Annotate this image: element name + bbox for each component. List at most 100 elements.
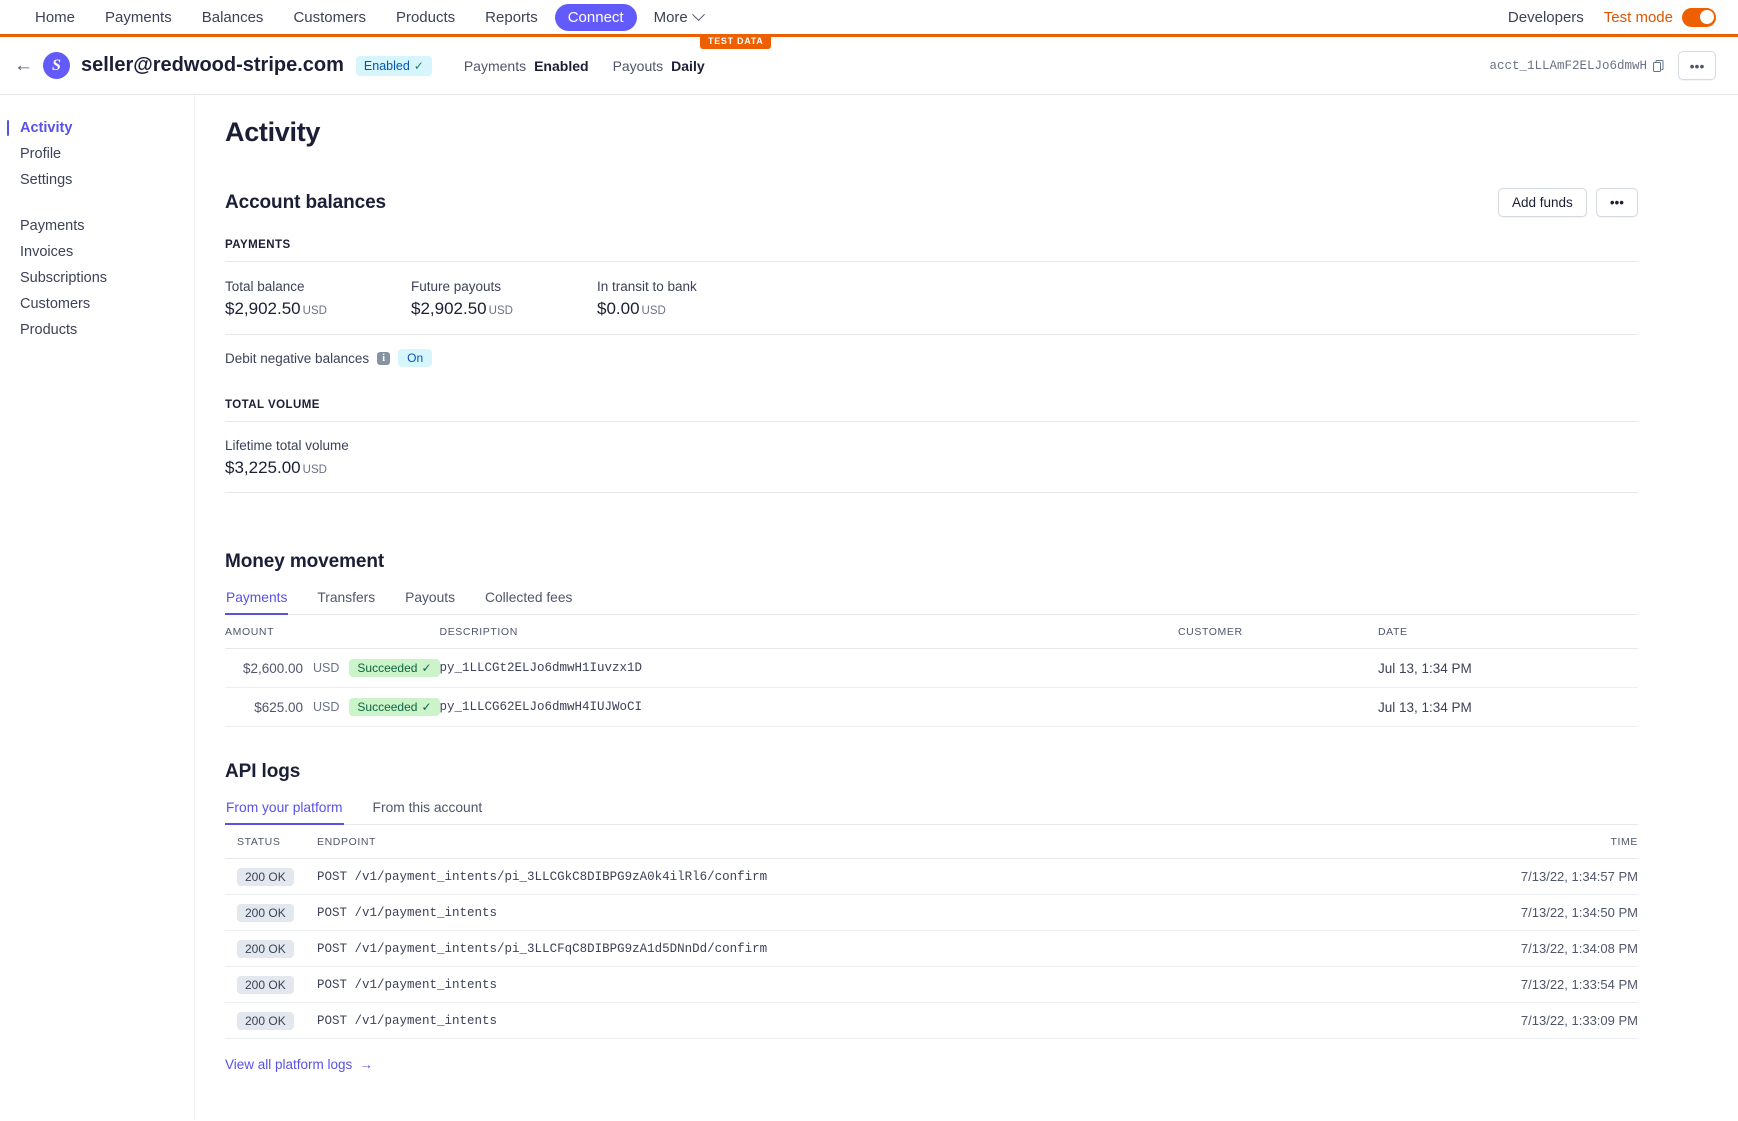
table-header-row: STATUS ENDPOINT TIME [225, 825, 1638, 859]
nav-more-label: More [653, 8, 688, 26]
account-id-copy[interactable]: acct_1LLAmF2ELJo6dmwH [1489, 59, 1664, 73]
sidebar-item-payments[interactable]: Payments [0, 213, 194, 239]
nav-item-balances[interactable]: Balances [189, 4, 277, 31]
table-row[interactable]: 200 OK POST /v1/payment_intents 7/13/22,… [225, 966, 1638, 1003]
tab-payouts[interactable]: Payouts [404, 585, 456, 614]
endpoint-path: /v1/payment_intents/pi_3LLCGkC8DIBPG9zA0… [354, 869, 768, 884]
table-row[interactable]: 200 OK POST /v1/payment_intents 7/13/22,… [225, 894, 1638, 931]
cell-time: 7/13/22, 1:34:57 PM [1488, 858, 1638, 895]
test-mode-label: Test mode [1603, 8, 1673, 26]
column-header-amount: AMOUNT [225, 615, 440, 649]
stat-future-payouts: Future payouts $2,902.50 USD [411, 279, 597, 319]
http-method: POST [317, 869, 348, 884]
add-funds-button[interactable]: Add funds [1498, 188, 1587, 217]
status-badge[interactable]: Enabled ✓ [355, 55, 432, 76]
sidebar-item-invoices[interactable]: Invoices [0, 239, 194, 265]
http-method: POST [317, 977, 348, 992]
sidebar-item-activity[interactable]: Activity [0, 115, 194, 141]
tab-collected-fees[interactable]: Collected fees [484, 585, 573, 614]
back-button[interactable]: ← [14, 56, 43, 75]
tab-from-your-platform[interactable]: From your platform [225, 795, 344, 825]
tab-from-this-account[interactable]: From this account [372, 795, 484, 824]
cell-status: 200 OK [225, 894, 317, 931]
lifetime-volume-stat: Lifetime total volume $3,225.00 USD [225, 422, 1638, 492]
status-badge: Succeeded ✓ [349, 698, 440, 716]
nav-item-payments[interactable]: Payments [92, 4, 185, 31]
sidebar-item-subscriptions[interactable]: Subscriptions [0, 265, 194, 291]
stat-amount: $0.00 [597, 299, 640, 318]
top-nav-items: Home Payments Balances Customers Product… [22, 3, 716, 31]
cell-status: 200 OK [225, 930, 317, 967]
cell-time: 7/13/22, 1:33:54 PM [1488, 966, 1638, 1003]
table-row[interactable]: $2,600.00 USD Succeeded ✓ py_1LLCGt2ELJo… [225, 648, 1638, 688]
status-badge: 200 OK [237, 940, 294, 958]
balances-overflow-button[interactable]: ••• [1595, 188, 1638, 217]
page-title: Activity [225, 117, 321, 147]
sidebar-divider [0, 193, 194, 213]
cell-time: 7/13/22, 1:34:08 PM [1488, 930, 1638, 967]
cell-status: 200 OK [225, 858, 317, 895]
api-logs-tabs: From your platform From this account [225, 795, 1638, 825]
balance-stats: Total balance $2,902.50 USD Future payout… [225, 262, 1638, 334]
debit-negative-balances-row: Debit negative balances i On [225, 335, 1638, 383]
table-row[interactable]: 200 OK POST /v1/payment_intents/pi_3LLCF… [225, 930, 1638, 967]
status-badge: 200 OK [237, 868, 294, 886]
nav-item-connect[interactable]: Connect [554, 3, 637, 31]
sidebar-item-products[interactable]: Products [0, 317, 194, 343]
account-overflow-button[interactable]: ••• [1678, 51, 1716, 80]
nav-item-home[interactable]: Home [22, 4, 88, 31]
endpoint-path: /v1/payment_intents/pi_3LLCFqC8DIBPG9zA1… [354, 941, 768, 956]
tab-payments[interactable]: Payments [225, 585, 289, 615]
nav-item-products[interactable]: Products [383, 4, 468, 31]
money-movement-section: Money movement Payments Transfers Payout… [225, 551, 1638, 727]
table-row[interactable]: 200 OK POST /v1/payment_intents/pi_3LLCG… [225, 858, 1638, 895]
nav-item-customers[interactable]: Customers [280, 4, 379, 31]
top-nav-right: Developers Test mode [1508, 7, 1716, 27]
account-email: seller@redwood-stripe.com [81, 54, 344, 76]
test-data-badge: TEST DATA [700, 34, 772, 49]
stat-label: In transit to bank [597, 279, 697, 294]
view-all-label: View all platform logs [225, 1057, 353, 1072]
copy-icon [1653, 59, 1664, 72]
cell-status: 200 OK [225, 1002, 317, 1039]
account-meta: Payments Enabled Payouts Daily [464, 58, 705, 74]
table-row[interactable]: $625.00 USD Succeeded ✓ py_1LLCG62ELJo6d… [225, 687, 1638, 727]
api-logs-table: STATUS ENDPOINT TIME 200 OK POST /v1/pay… [225, 825, 1638, 1039]
cell-customer [1178, 687, 1378, 727]
column-header-date: DATE [1378, 615, 1638, 649]
cell-description: py_1LLCGt2ELJo6dmwH1Iuvzx1D [439, 648, 1178, 688]
page-body: Activity Profile Settings Payments Invoi… [0, 95, 1738, 1120]
info-icon[interactable]: i [377, 351, 391, 365]
table-row[interactable]: 200 OK POST /v1/payment_intents 7/13/22,… [225, 1002, 1638, 1039]
http-method: POST [317, 941, 348, 956]
lifetime-volume-label: Lifetime total volume [225, 438, 349, 453]
cell-endpoint: POST /v1/payment_intents [317, 1002, 1488, 1039]
view-all-platform-logs-link[interactable]: View all platform logs → [225, 1057, 373, 1072]
status-badge-label: Succeeded [357, 661, 418, 675]
stat-currency: USD [488, 305, 513, 317]
nav-item-reports[interactable]: Reports [472, 4, 551, 31]
status-badge: 200 OK [237, 904, 294, 922]
sidebar-item-settings[interactable]: Settings [0, 167, 194, 193]
endpoint-path: /v1/payment_intents [354, 1013, 498, 1028]
nav-item-more[interactable]: More [641, 4, 716, 31]
developers-link[interactable]: Developers [1508, 9, 1584, 26]
stat-total-balance: Total balance $2,902.50 USD [225, 279, 411, 319]
endpoint-path: /v1/payment_intents [354, 905, 498, 920]
cell-endpoint: POST /v1/payment_intents/pi_3LLCGkC8DIBP… [317, 858, 1488, 895]
http-method: POST [317, 1013, 348, 1028]
column-header-time: TIME [1488, 825, 1638, 859]
sidebar-item-profile[interactable]: Profile [0, 141, 194, 167]
test-mode-toggle[interactable] [1682, 7, 1716, 27]
payments-meta-label: Payments [463, 57, 527, 74]
column-header-status: STATUS [225, 825, 317, 859]
stat-currency: USD [302, 305, 327, 317]
test-mode-control[interactable]: Test mode [1603, 7, 1716, 27]
stat-currency: USD [641, 305, 666, 317]
toggle-knob [1699, 10, 1714, 24]
column-header-description: DESCRIPTION [439, 615, 1178, 649]
status-badge: 200 OK [237, 976, 294, 994]
column-header-customer: CUSTOMER [1178, 615, 1378, 649]
tab-transfers[interactable]: Transfers [316, 585, 376, 614]
sidebar-item-customers[interactable]: Customers [0, 291, 194, 317]
